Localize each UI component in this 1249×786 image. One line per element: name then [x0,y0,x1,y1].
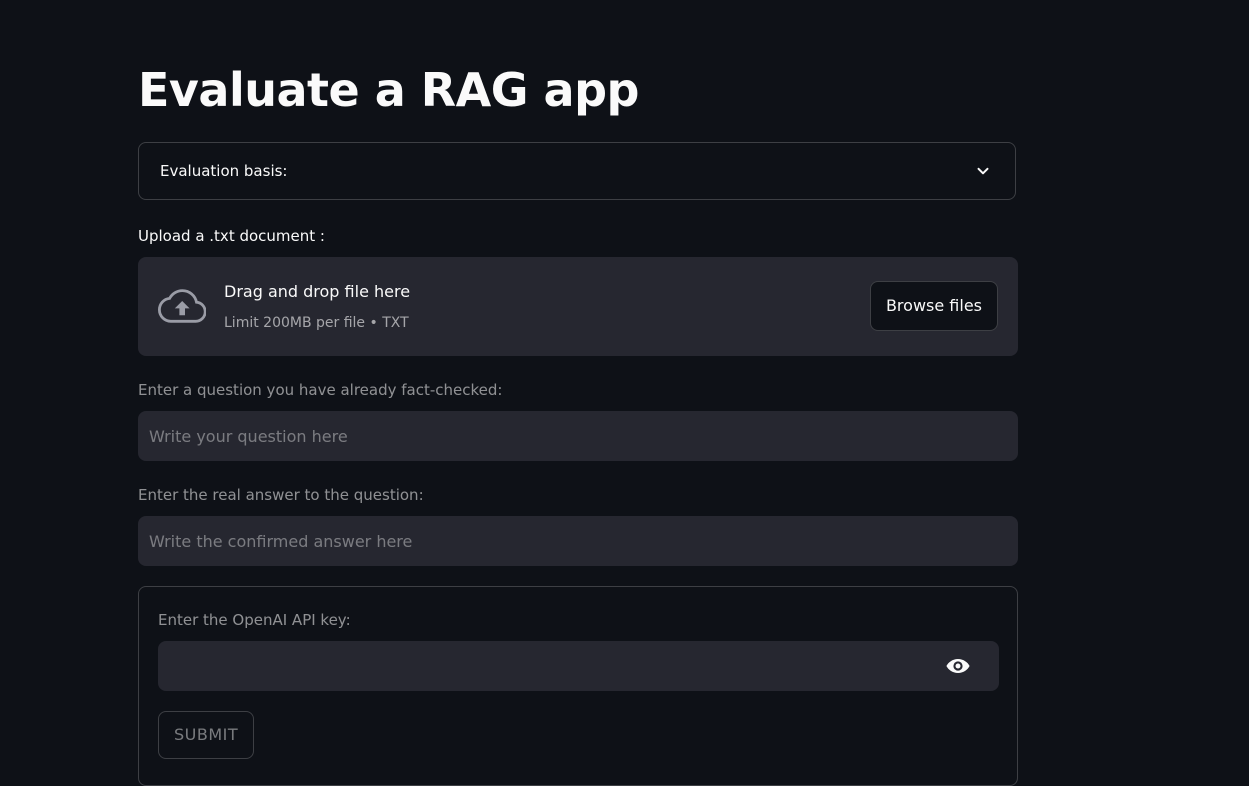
api-key-form: Enter the OpenAI API key: SUBMIT [138,586,1018,786]
submit-button[interactable]: SUBMIT [158,711,255,759]
page-title: Evaluate a RAG app [138,63,639,117]
eye-icon[interactable] [945,655,971,677]
expander-label: Evaluation basis: [160,162,288,180]
browse-files-button[interactable]: Browse files [869,281,998,331]
api-key-field [158,641,999,691]
question-label: Enter a question you have already fact-c… [138,381,503,399]
answer-label: Enter the real answer to the question: [138,486,424,504]
evaluation-basis-expander[interactable]: Evaluation basis: [138,142,1016,200]
chevron-down-icon [977,167,989,175]
answer-input[interactable] [138,516,1018,566]
upload-label: Upload a .txt document : [138,227,325,245]
question-input[interactable] [138,411,1018,461]
cloud-upload-icon [158,289,206,323]
dropzone-instruction: Drag and drop file here [224,282,411,301]
file-dropzone[interactable]: Drag and drop file here Limit 200MB per … [138,257,1018,356]
dropzone-limit-text: Limit 200MB per file • TXT [224,315,409,331]
api-key-input[interactable] [158,641,938,691]
api-key-label: Enter the OpenAI API key: [158,611,351,629]
